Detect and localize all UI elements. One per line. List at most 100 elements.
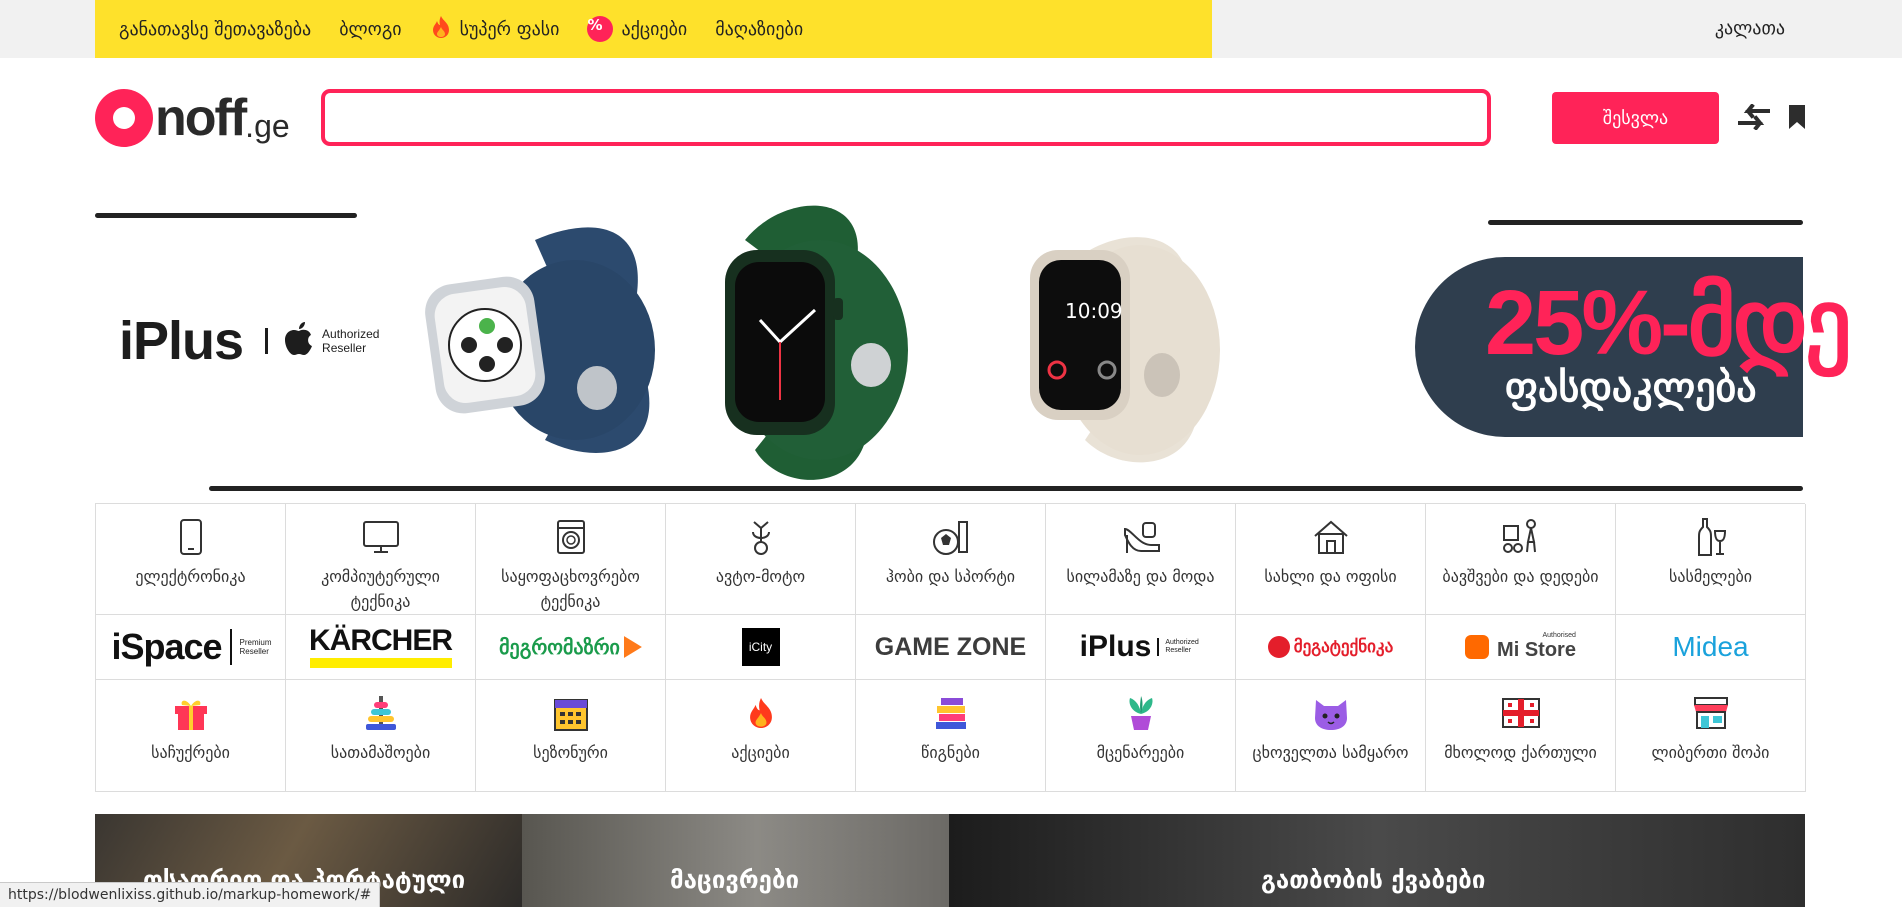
topnav-stores[interactable]: მაღაზიები [715,19,803,40]
sports-ball-icon [931,516,971,558]
special-label: სეზონური [533,743,608,762]
discount-promo[interactable]: 25%-მდე ფასდაკლება [1415,257,1852,437]
brand-game-zone[interactable]: GAME ZONE [856,615,1046,680]
special-label: სათამაშოები [330,743,431,762]
special-label: ცხოველთა სამყარო [1252,743,1409,762]
special-liberty-shop[interactable]: ლიბერთი შოპი [1616,680,1806,792]
calendar-icon [552,692,590,734]
category-drinks[interactable]: სასმელები [1616,504,1806,615]
iplus-authorized: Authorized Reseller [322,327,379,355]
special-pet-world[interactable]: ცხოველთა სამყარო [1236,680,1426,792]
brand-name: iPlus [1079,630,1152,663]
site-logo[interactable]: noff .ge [95,88,305,148]
bookmark-icon[interactable] [1788,104,1806,134]
special-label: ლიბერთი შოპი [1651,743,1770,762]
smartphone-icon [179,516,203,558]
topnav-post-offer[interactable]: განათავსე შეთავაზება [119,19,311,40]
category-auto-moto[interactable]: ავტო-მოტო [666,504,856,615]
iplus-small-logo: iPlus Authorized Reseller [1080,630,1202,664]
auth-line: Authorized [322,327,380,341]
category-grid: ელექტრონიკა კომპიუტერული ტექნიკა საყოფაც… [95,503,1806,792]
special-only-georgian[interactable]: მხოლოდ ქართული [1426,680,1616,792]
icity-logo: iCity [741,628,780,666]
watch-starlight-image: 10:09 [1030,237,1220,463]
fire-icon [430,15,452,44]
mistore-text: Authorised Mi Store [1497,632,1576,662]
category-label: ბავშვები და დედები [1442,567,1599,586]
top-nav: განათავსე შეთავაზება ბლოგი სუპერ ფასი % … [95,0,1212,58]
auth-line: Reseller [322,341,367,355]
svg-text:10:09: 10:09 [1065,299,1123,323]
special-toys[interactable]: სათამაშოები [286,680,476,792]
special-plants[interactable]: მცენარეები [1046,680,1236,792]
category-kids-mothers[interactable]: ბავშვები და დედები [1426,504,1616,615]
category-computers[interactable]: კომპიუტერული ტექნიკა [286,504,476,615]
logo-ring-icon [95,89,153,147]
category-hobby-sport[interactable]: ჰობი და სპორტი [856,504,1046,615]
megatechnika-logo: მეგატექნიკა [1267,636,1393,658]
category-label: კომპიუტერული ტექნიკა [321,567,440,611]
brand-iplus[interactable]: iPlus Authorized Reseller [1046,615,1236,680]
hero-banner[interactable]: iPlus Authorized Reseller 10:09 25%-მდე … [95,170,1852,491]
category-label: საყოფაცხოვრებო ტექნიკა [501,567,640,611]
search-input[interactable] [321,89,1491,146]
brand-sub: Premium Reseller [239,638,272,656]
brand-megatechnika[interactable]: მეგატექნიკა [1236,615,1426,680]
topnav-super-price[interactable]: სუპერ ფასი [430,15,559,44]
ispace-logo: iSpace Premium Reseller [111,626,272,668]
banner-divider [95,213,357,218]
special-promotions[interactable]: აქციები [666,680,856,792]
gamezone-logo: GAME ZONE [874,632,1027,661]
special-books[interactable]: წიგნები [856,680,1046,792]
gift-icon [172,692,210,734]
megrimazri-logo: მეგრომაზრი [499,635,642,660]
special-label: აქციები [731,743,790,762]
topnav-blog[interactable]: ბლოგი [339,19,401,40]
category-beauty-fashion[interactable]: სილამაზე და მოდა [1046,504,1236,615]
iplus-brand: iPlus [119,311,244,371]
tile-refrigerators[interactable]: მაცივრები [522,814,949,907]
category-home-appliances[interactable]: საყოფაცხოვრებო ტექნიკა [476,504,666,615]
topnav-label: განათავსე შეთავაზება [119,18,312,40]
play-arrow-icon [623,636,642,658]
monitor-icon [362,516,400,558]
brand-megrimazri[interactable]: მეგრომაზრი [476,615,666,680]
category-electronics[interactable]: ელექტრონიკა [96,504,286,615]
brand-karcher[interactable]: KÄRCHER [286,615,476,680]
bottle-glass-icon [1695,516,1727,558]
cart-link[interactable]: კალათა [1715,18,1785,39]
brand-sub: Authorized Reseller [1165,639,1199,654]
topnav-promotions[interactable]: % აქციები [587,16,687,42]
tile-heating-boilers[interactable]: გათბობის ქვაბები [949,814,1805,907]
house-icon [1312,516,1350,558]
watch-blue-image [425,227,655,454]
brand-sub: Authorised [1542,632,1576,639]
special-label: საჩუქრები [151,743,230,762]
brand-midea[interactable]: Midea [1616,615,1806,680]
scooter-icon [744,516,778,558]
promo-headline: 25%-მდე [1485,272,1852,374]
banner-divider [1488,220,1803,225]
special-gifts[interactable]: საჩუქრები [96,680,286,792]
brand-name: Mi Store [1497,639,1576,661]
brand-mi-store[interactable]: Authorised Mi Store [1426,615,1616,680]
brand-name: iSpace [111,626,222,667]
brand-icity[interactable]: iCity [666,615,856,680]
category-label: სახლი და ოფისი [1264,567,1397,586]
login-button[interactable]: შესვლა [1552,92,1719,144]
logo-separator [265,328,269,354]
books-icon [932,692,970,734]
special-seasonal[interactable]: სეზონური [476,680,666,792]
special-label: წიგნები [921,743,980,762]
logo-suffix: .ge [245,107,290,144]
percent-badge-icon: % [587,16,614,42]
category-label: ელექტრონიკა [135,567,246,586]
category-home-office[interactable]: სახლი და ოფისი [1236,504,1426,615]
brand-name: KÄRCHER [309,624,453,657]
iplus-logo: iPlus Authorized Reseller [119,310,379,372]
topnav-label: ბლოგი [339,18,402,40]
compare-arrows-icon[interactable] [1738,103,1770,134]
brand-ispace[interactable]: iSpace Premium Reseller [96,615,286,680]
special-label: მხოლოდ ქართული [1444,743,1597,762]
logo-text: noff [155,89,247,147]
